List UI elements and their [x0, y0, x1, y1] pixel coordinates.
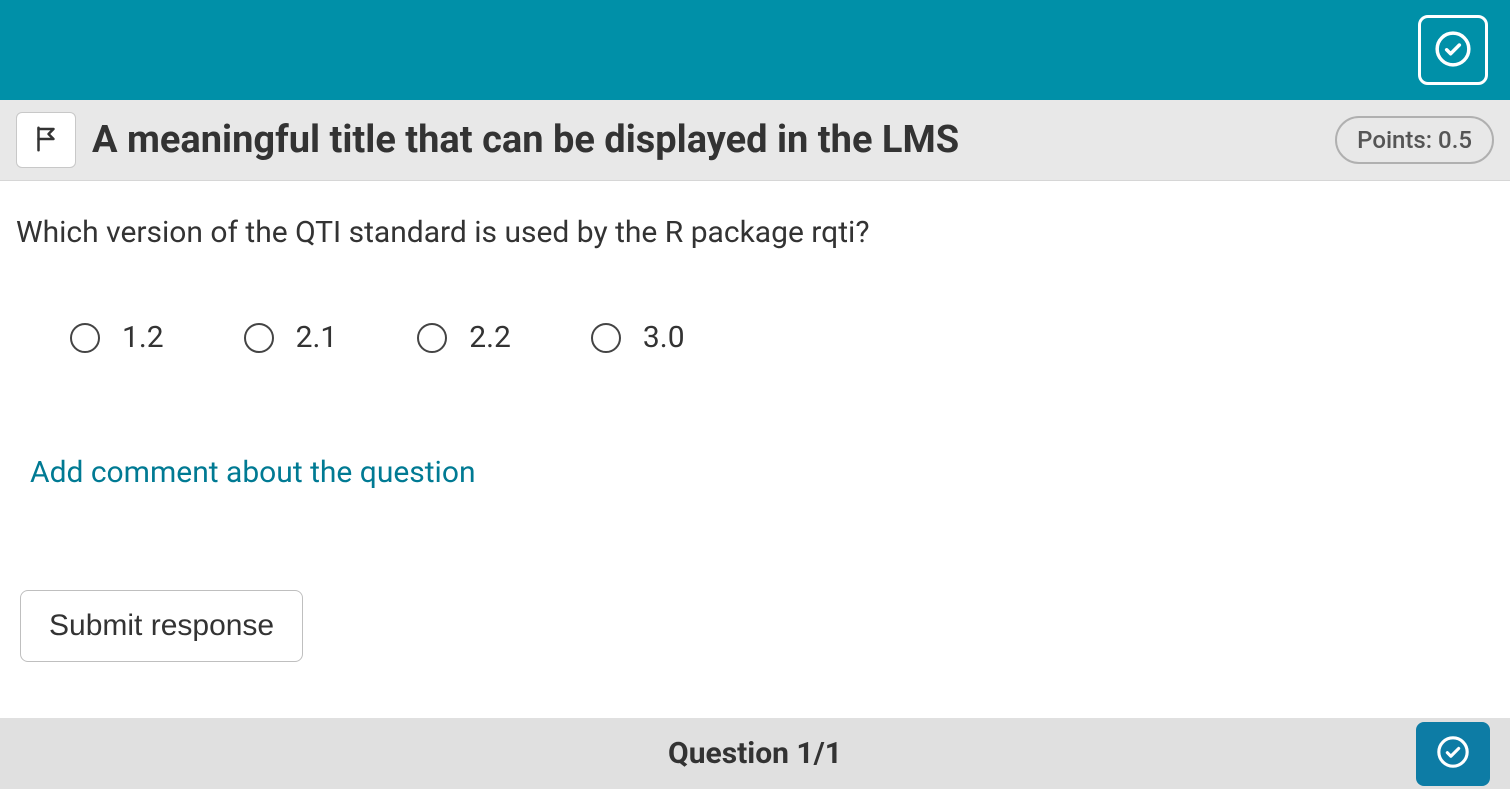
option-label: 1.2	[122, 320, 164, 355]
submit-response-button[interactable]: Submit response	[20, 590, 303, 662]
radio-icon	[417, 323, 447, 353]
question-prompt: Which version of the QTI standard is use…	[16, 215, 1494, 250]
check-circle-icon	[1436, 735, 1470, 772]
options-group: 1.2 2.1 2.2 3.0	[16, 320, 1494, 355]
option-label: 2.2	[469, 320, 511, 355]
question-title: A meaningful title that can be displayed…	[92, 118, 1335, 162]
option-3[interactable]: 2.2	[417, 320, 511, 355]
question-header: A meaningful title that can be displayed…	[0, 100, 1510, 181]
option-label: 2.1	[296, 320, 338, 355]
footer-bar: Question 1/1	[0, 718, 1510, 789]
question-body: Which version of the QTI standard is use…	[0, 181, 1510, 678]
add-comment-link[interactable]: Add comment about the question	[16, 455, 476, 490]
radio-icon	[244, 323, 274, 353]
option-2[interactable]: 2.1	[244, 320, 338, 355]
points-badge: Points: 0.5	[1335, 116, 1494, 164]
check-circle-icon	[1434, 30, 1472, 71]
radio-icon	[591, 323, 621, 353]
option-4[interactable]: 3.0	[591, 320, 685, 355]
flag-icon	[31, 124, 61, 157]
radio-icon	[70, 323, 100, 353]
pagination-label: Question 1/1	[668, 736, 842, 771]
option-1[interactable]: 1.2	[70, 320, 164, 355]
top-bar	[0, 0, 1510, 100]
footer-confirm-button[interactable]	[1416, 722, 1490, 786]
option-label: 3.0	[643, 320, 685, 355]
top-confirm-button[interactable]	[1418, 15, 1488, 85]
flag-button[interactable]	[16, 112, 76, 168]
